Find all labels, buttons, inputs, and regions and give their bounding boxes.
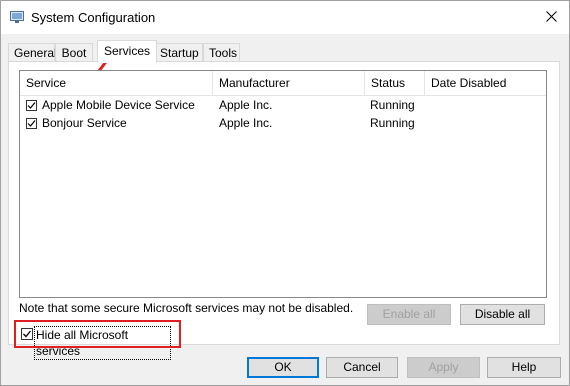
tab-tools[interactable]: Tools xyxy=(203,43,240,61)
ok-button[interactable]: OK xyxy=(247,357,319,378)
service-checkbox[interactable] xyxy=(26,118,37,129)
close-icon xyxy=(545,10,557,25)
annotation-highlight-box xyxy=(14,320,181,348)
apply-button[interactable]: Apply xyxy=(407,357,480,378)
tab-services[interactable]: Services xyxy=(97,40,157,63)
service-name: Apple Mobile Device Service xyxy=(42,98,195,112)
title-bar: System Configuration xyxy=(1,1,569,34)
tab-general[interactable]: General xyxy=(8,43,57,61)
service-name: Bonjour Service xyxy=(42,116,127,130)
disable-all-button[interactable]: Disable all xyxy=(460,304,545,325)
tab-startup[interactable]: Startup xyxy=(154,43,203,61)
enable-all-button[interactable]: Enable all xyxy=(367,304,451,325)
table-row[interactable]: Apple Mobile Device Service Apple Inc. R… xyxy=(20,96,546,114)
help-button[interactable]: Help xyxy=(487,357,561,378)
service-status: Running xyxy=(370,116,415,130)
table-row[interactable]: Bonjour Service Apple Inc. Running xyxy=(20,114,546,132)
list-header: Service Manufacturer Status Date Disable… xyxy=(20,71,546,96)
service-status: Running xyxy=(370,98,415,112)
window-title: System Configuration xyxy=(31,10,156,25)
service-checkbox[interactable] xyxy=(26,100,37,111)
services-list[interactable]: Service Manufacturer Status Date Disable… xyxy=(19,70,547,298)
column-header-service[interactable]: Service xyxy=(20,71,213,95)
column-header-date-disabled[interactable]: Date Disabled xyxy=(425,71,546,95)
column-header-manufacturer[interactable]: Manufacturer xyxy=(213,71,365,95)
column-header-status[interactable]: Status xyxy=(365,71,425,95)
service-manufacturer: Apple Inc. xyxy=(219,98,273,112)
secure-services-note: Note that some secure Microsoft services… xyxy=(19,301,354,315)
close-button[interactable] xyxy=(533,1,569,34)
service-manufacturer: Apple Inc. xyxy=(219,116,273,130)
system-config-icon xyxy=(10,11,24,23)
cancel-button[interactable]: Cancel xyxy=(326,357,398,378)
